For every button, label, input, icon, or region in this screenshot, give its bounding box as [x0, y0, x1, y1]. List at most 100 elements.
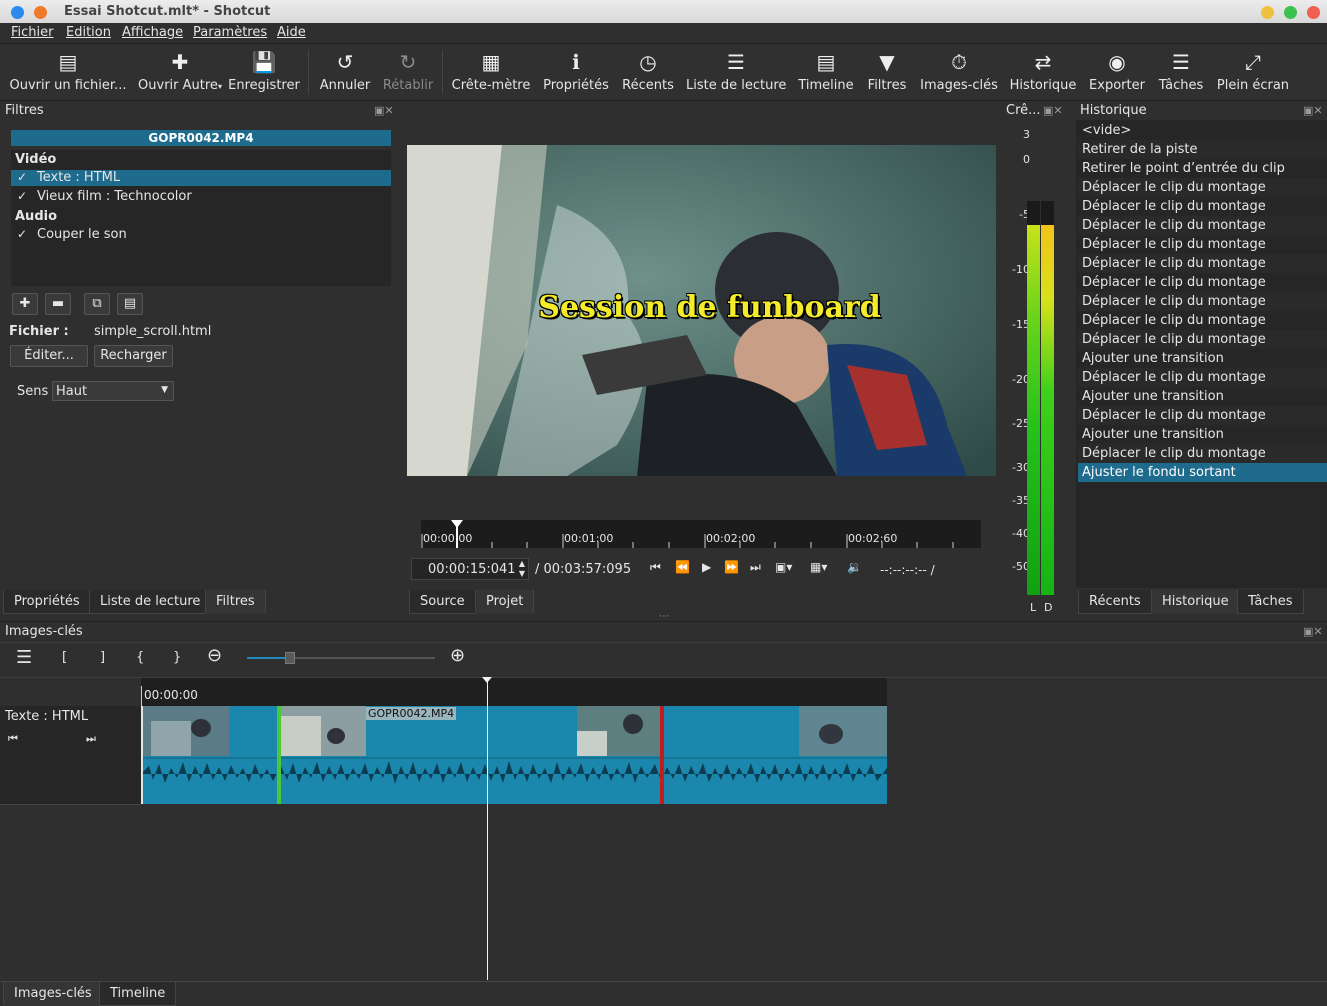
fullscreen-button[interactable]: ⤢ Plein écran	[1214, 44, 1292, 100]
jobs-button[interactable]: ☰ Tâches	[1154, 44, 1208, 100]
timecode-spinbox[interactable]: 00:00:15:041 ▲ ▼	[411, 558, 529, 580]
history-item[interactable]: Déplacer le clip du montage	[1078, 311, 1327, 330]
remove-filter-button[interactable]: ▬	[45, 293, 71, 315]
history-item[interactable]: Déplacer le clip du montage	[1078, 197, 1327, 216]
dock-float-close-icon[interactable]: ▣✕	[1303, 104, 1323, 117]
history-item[interactable]: Déplacer le clip du montage	[1078, 273, 1327, 292]
tab-properties[interactable]: Propriétés	[3, 590, 91, 614]
edit-button[interactable]: Éditer...	[10, 345, 88, 367]
player-ruler[interactable]: 00:00:00 00:01:00 00:02:00 00:02:60	[421, 520, 981, 548]
zoom-out-icon[interactable]: ⊖	[207, 645, 222, 666]
zoom-fit-icon[interactable]: ▣▾	[775, 560, 792, 574]
keyframes-clip[interactable]: GOPR0042.MP4	[141, 706, 887, 804]
track-header[interactable]: Texte : HTML ⏮ ⏭	[0, 706, 141, 804]
menu-fichier[interactable]: Fichier	[11, 25, 54, 40]
history-item[interactable]: Déplacer le clip du montage	[1078, 368, 1327, 387]
video-preview[interactable]: Session de funboard	[407, 145, 996, 476]
menu-aide[interactable]: Aide	[277, 25, 306, 40]
keyframes-playhead[interactable]	[487, 680, 488, 980]
history-item[interactable]: Déplacer le clip du montage	[1078, 330, 1327, 349]
open-file-button[interactable]: ▤ Ouvrir un fichier...	[8, 44, 128, 100]
add-filter-button[interactable]: ✚	[12, 293, 38, 315]
playhead-marker-icon[interactable]	[482, 677, 492, 683]
save-button[interactable]: 💾 Enregistrer	[228, 44, 300, 100]
history-item[interactable]: Déplacer le clip du montage	[1078, 178, 1327, 197]
export-button[interactable]: ◉ Exporter	[1086, 44, 1148, 100]
history-item[interactable]: Retirer de la piste	[1078, 140, 1327, 159]
tab-recent[interactable]: Récents	[1078, 590, 1152, 614]
tab-project[interactable]: Projet	[475, 590, 535, 614]
filter-item-oldfilm[interactable]: ✓ Vieux film : Technocolor	[11, 188, 391, 206]
timeline-button[interactable]: ▤ Timeline	[796, 44, 856, 100]
history-item[interactable]: Déplacer le clip du montage	[1078, 444, 1327, 463]
properties-button[interactable]: ℹ Propriétés	[540, 44, 612, 100]
menu-affichage[interactable]: Affichage	[122, 25, 183, 40]
set-in-icon[interactable]: [	[62, 650, 67, 665]
dock-float-close-icon[interactable]: ▣✕	[374, 104, 394, 117]
history-item[interactable]: Retirer le point d’entrée du clip	[1078, 159, 1327, 178]
history-item[interactable]: Ajouter une transition	[1078, 349, 1327, 368]
copy-filter-button[interactable]: ⧉	[84, 293, 110, 315]
keyframes-button[interactable]: ⏱ Images-clés	[918, 44, 1000, 100]
skip-next-icon[interactable]: ⏭	[750, 560, 761, 575]
history-item[interactable]: Ajouter une transition	[1078, 387, 1327, 406]
spin-arrows-icon[interactable]: ▲ ▼	[519, 559, 525, 579]
fast-forward-icon[interactable]: ⏩	[724, 560, 739, 574]
previous-keyframe-icon[interactable]: ⏮	[8, 732, 18, 746]
history-item[interactable]: Déplacer le clip du montage	[1078, 406, 1327, 425]
history-item[interactable]: Ajuster le fondu sortant	[1078, 463, 1327, 482]
tab-jobs[interactable]: Tâches	[1237, 590, 1304, 614]
dock-float-close-icon[interactable]: ▣✕	[1043, 104, 1063, 117]
next-keyframe-icon[interactable]: ⏭	[86, 732, 96, 746]
reload-button[interactable]: Recharger	[94, 345, 173, 367]
direction-select[interactable]: Haut ▼	[52, 381, 174, 401]
history-item[interactable]: <vide>	[1078, 121, 1327, 140]
window-close-button-icon[interactable]	[1307, 6, 1320, 19]
set-filter-in-icon[interactable]: {	[136, 650, 144, 665]
play-icon[interactable]: ▶	[702, 560, 711, 574]
menu-edition[interactable]: Edition	[66, 25, 111, 40]
tab-filters[interactable]: Filtres	[205, 590, 266, 614]
filter-item-mute[interactable]: ✓ Couper le son	[11, 226, 391, 244]
checkbox-check-icon[interactable]: ✓	[17, 189, 27, 203]
tab-playlist[interactable]: Liste de lecture	[89, 590, 212, 614]
open-other-button[interactable]: ✚ Ouvrir Autre▾	[136, 44, 224, 100]
filter-item-html[interactable]: ✓ Texte : HTML	[11, 170, 391, 186]
skip-previous-icon[interactable]: ⏮	[650, 560, 661, 575]
history-item[interactable]: Déplacer le clip du montage	[1078, 254, 1327, 273]
menu-parametres[interactable]: Paramètres	[193, 25, 267, 40]
recent-button[interactable]: ◷ Récents	[620, 44, 676, 100]
tab-keyframes[interactable]: Images-clés	[3, 982, 103, 1006]
rewind-icon[interactable]: ⏪	[675, 560, 690, 574]
checkbox-check-icon[interactable]: ✓	[17, 227, 27, 241]
history-item[interactable]: Déplacer le clip du montage	[1078, 216, 1327, 235]
playlist-button[interactable]: ☰ Liste de lecture	[686, 44, 786, 100]
set-out-icon[interactable]: ]	[100, 650, 105, 665]
volume-icon[interactable]: 🔉	[847, 560, 862, 574]
zoom-slider[interactable]	[247, 652, 435, 664]
filters-button[interactable]: ▼ Filtres	[864, 44, 910, 100]
zoom-in-icon[interactable]: ⊕	[450, 645, 465, 666]
history-item[interactable]: Ajouter une transition	[1078, 425, 1327, 444]
zoom-slider-handle[interactable]	[285, 652, 295, 664]
history-item[interactable]: Déplacer le clip du montage	[1078, 292, 1327, 311]
window-menu-icon[interactable]	[34, 6, 47, 19]
checkbox-check-icon[interactable]: ✓	[17, 170, 27, 184]
window-close-icon[interactable]	[11, 6, 24, 19]
window-minimize-icon[interactable]	[1261, 6, 1274, 19]
peak-meter-button[interactable]: ▦ Crête-mètre	[450, 44, 532, 100]
keyframes-menu-icon[interactable]: ☰	[16, 647, 32, 668]
set-filter-out-icon[interactable]: }	[173, 650, 181, 665]
tab-history[interactable]: Historique	[1151, 590, 1240, 614]
history-button[interactable]: ⇄ Historique	[1008, 44, 1078, 100]
undo-button[interactable]: ↺ Annuler	[316, 44, 374, 100]
window-maximize-icon[interactable]	[1284, 6, 1297, 19]
grid-icon[interactable]: ▦▾	[810, 560, 827, 574]
redo-button[interactable]: ↻ Rétablir	[380, 44, 436, 100]
tab-timeline[interactable]: Timeline	[99, 982, 177, 1006]
keyframes-ruler[interactable]: 00:00:00	[141, 678, 887, 706]
paste-filter-button[interactable]: ▤	[117, 293, 143, 315]
tab-source[interactable]: Source	[409, 590, 476, 614]
dock-float-close-icon[interactable]: ▣✕	[1303, 625, 1323, 638]
history-item[interactable]: Déplacer le clip du montage	[1078, 235, 1327, 254]
